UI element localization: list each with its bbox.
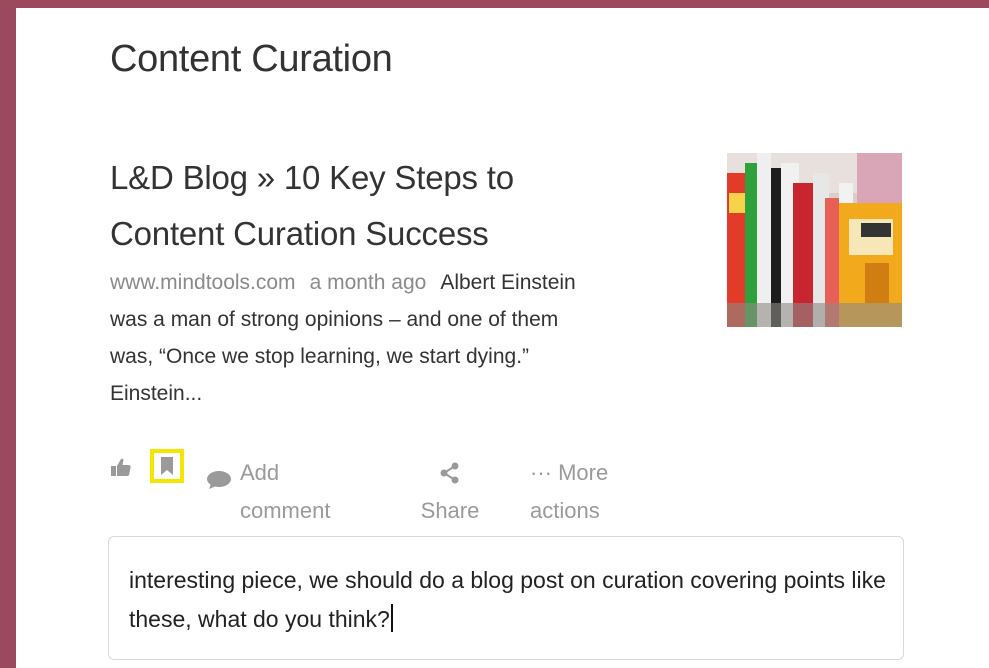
article-title-link[interactable]: L&D Blog » 10 Key Steps to Content Curat… [110,150,670,262]
text-cursor [390,604,393,632]
thumbs-up-icon [111,458,131,476]
more-actions-button[interactable]: ··· More actions [530,454,608,530]
article-thumbnail[interactable] [727,153,902,327]
comment-input-field[interactable]: interesting piece, we should do a blog p… [108,536,904,660]
share-label: Share [420,498,480,523]
article-excerpt-line3: was, “Once we stop learning, we start dy… [110,345,530,368]
article-meta: www.mindtools.com a month ago Albert Einst… [110,264,710,412]
content-curation-panel: Content Curation L&D Blog » 10 Key Steps… [16,8,989,668]
like-button[interactable] [110,456,132,478]
article-title-line1: L&D Blog » 10 Key Steps to [110,159,514,196]
comment-input-text: interesting piece, we should do a blog p… [129,567,886,632]
article-time: a month ago [309,271,427,294]
article-actions: Add comment Share ··· More actions [110,448,710,528]
share-button[interactable]: Share [420,454,480,530]
add-comment-button[interactable]: Add comment [206,454,350,523]
section-title: Content Curation [110,38,393,80]
more-actions-label-line2: actions [530,498,600,523]
bookmark-button[interactable] [150,449,184,483]
article-excerpt-line2: was a man of strong opinions – and one o… [110,308,559,331]
comment-bubble-icon [206,464,232,502]
add-comment-label-line1: Add [240,460,280,485]
article-title-line2: Content Curation Success [110,215,489,252]
share-icon [440,462,459,484]
add-comment-label-line2: comment [240,498,331,523]
article-excerpt-line1: Albert Einstein [440,271,576,294]
more-actions-label-line1: ··· More [530,460,609,485]
newspaper-boxes-image [727,153,902,327]
article-excerpt-line4: Einstein... [110,382,203,405]
article-source[interactable]: www.mindtools.com [110,271,296,294]
bookmark-icon [161,457,173,475]
